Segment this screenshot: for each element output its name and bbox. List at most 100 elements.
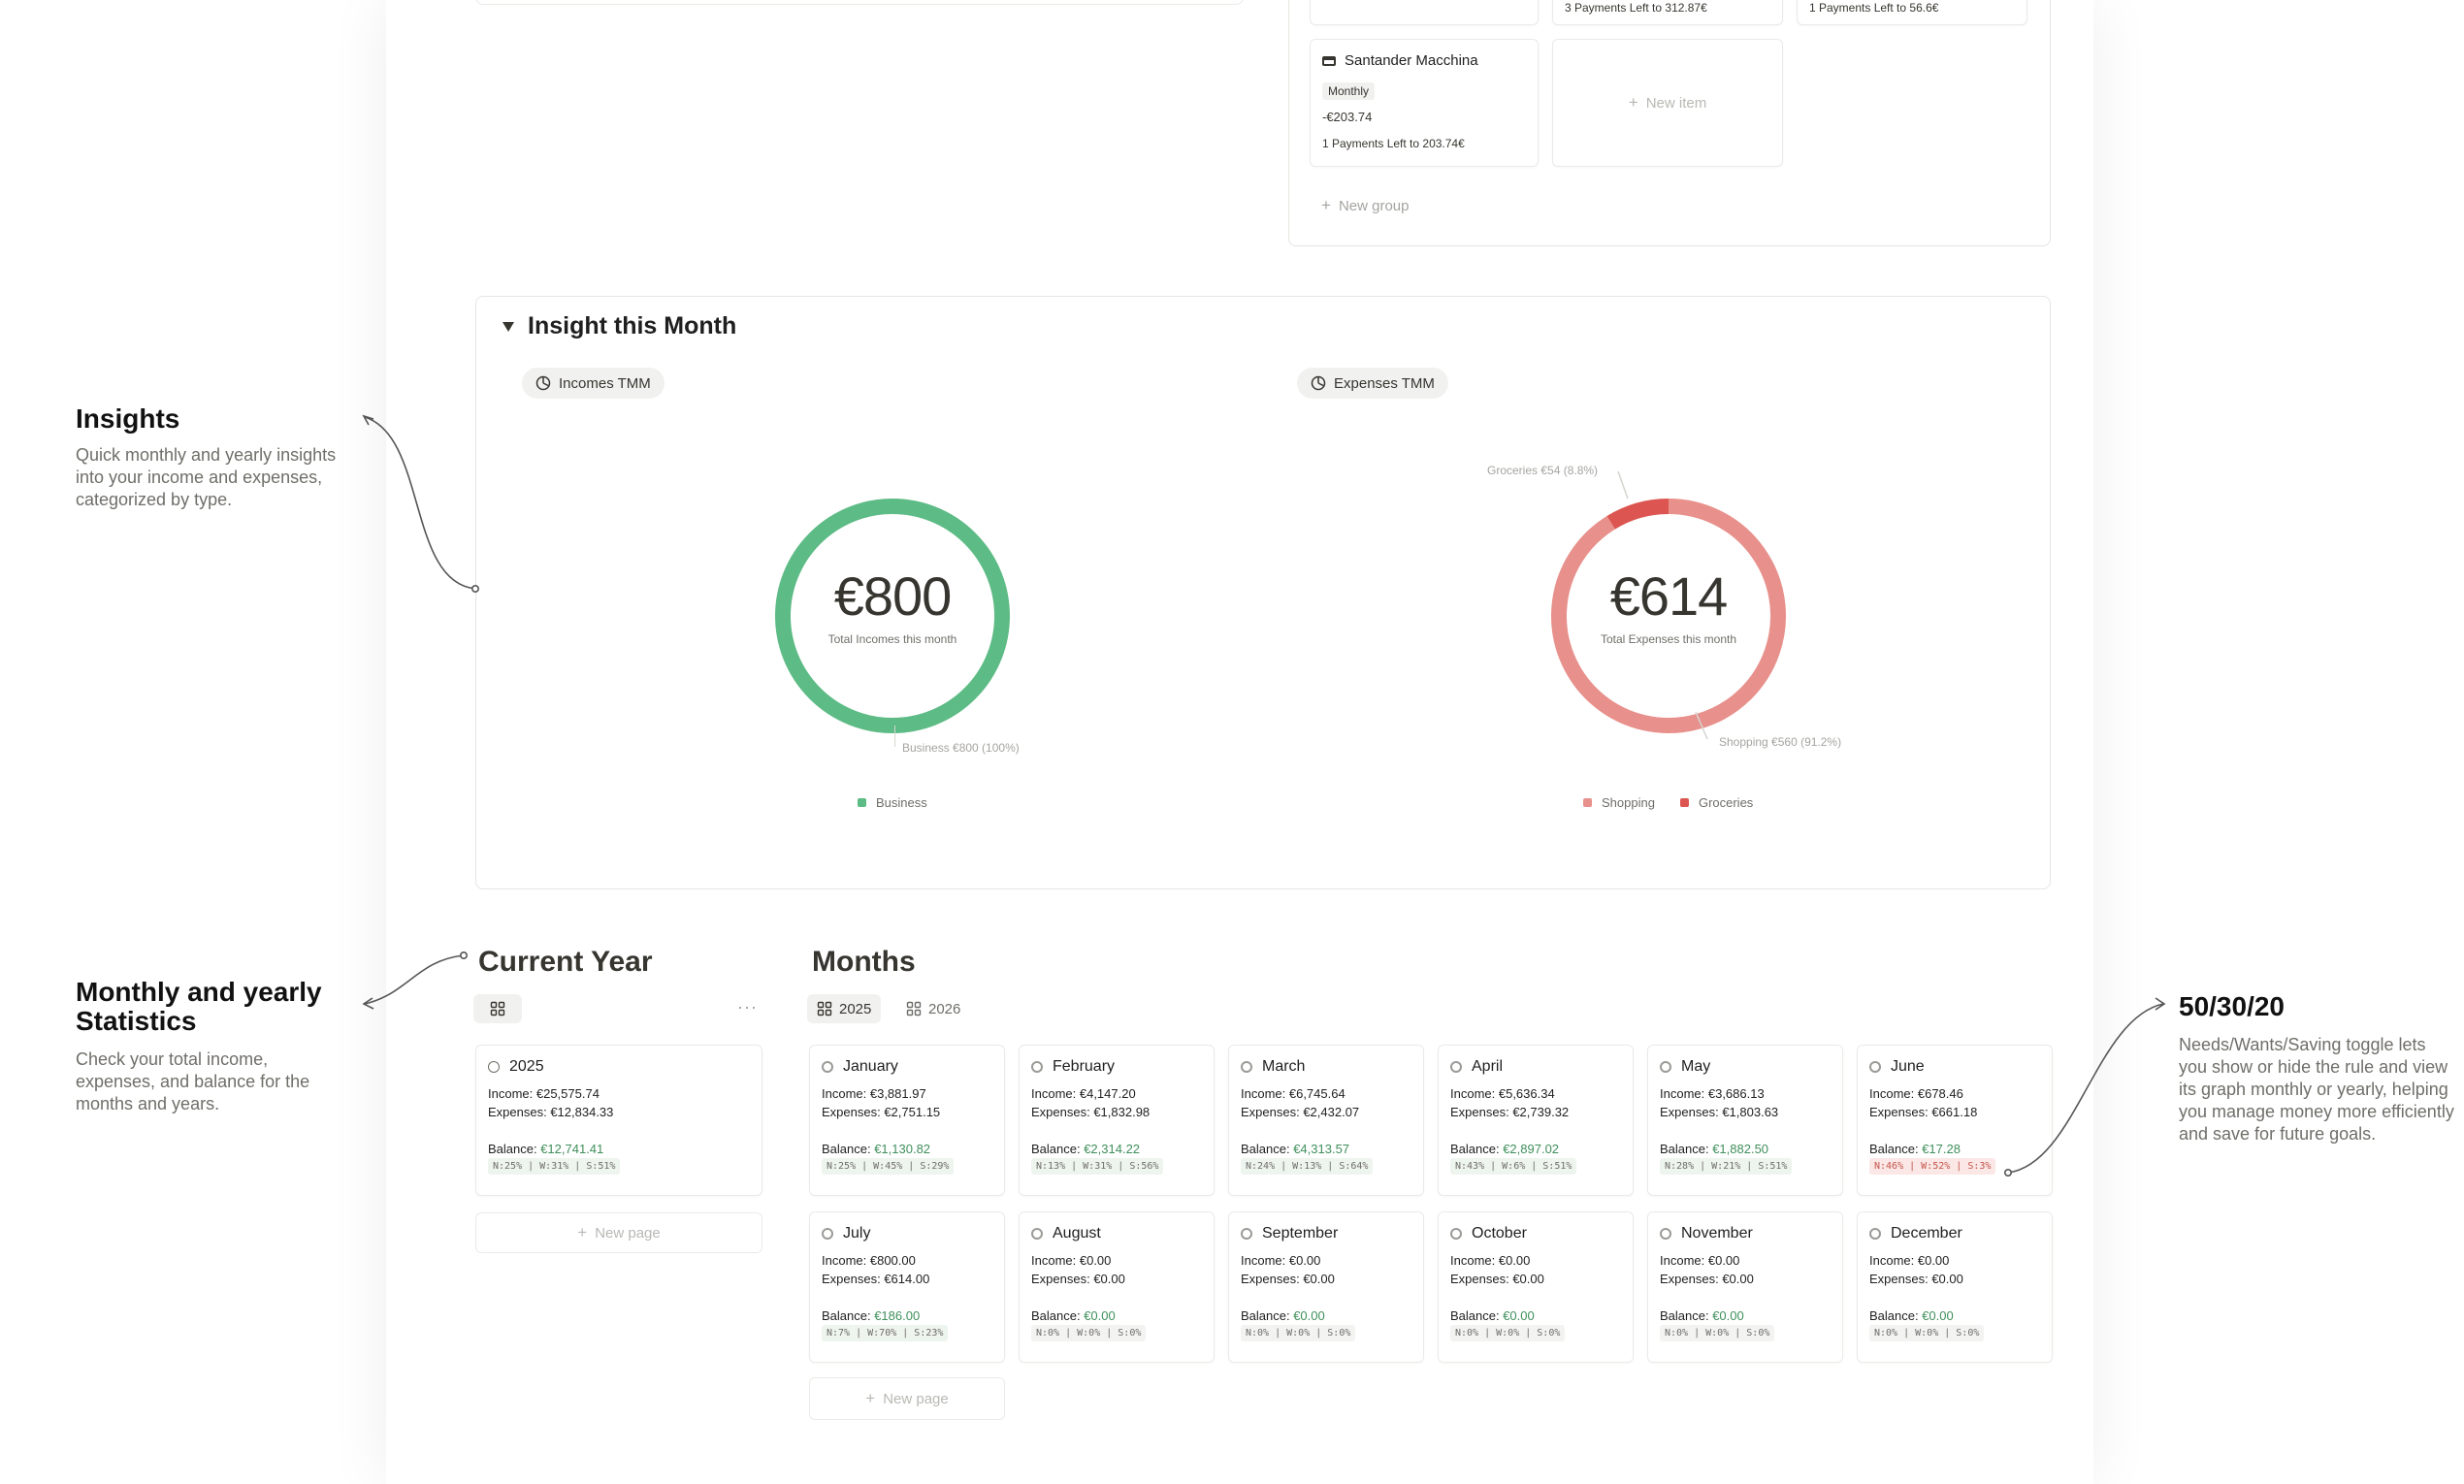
month-income: Income: €5,636.34 xyxy=(1450,1086,1555,1101)
page-circle-icon xyxy=(1660,1061,1671,1073)
current-year-title: Current Year xyxy=(478,946,653,978)
month-card-january[interactable]: January Income: €3,881.97 Expenses: €2,751… xyxy=(809,1045,1005,1196)
month-card-september[interactable]: September Income: €0.00 Expenses: €0.00 Bal… xyxy=(1228,1211,1424,1363)
month-card-may[interactable]: May Income: €3,686.13 Expenses: €1,803.63 B… xyxy=(1647,1045,1843,1196)
month-name: July xyxy=(843,1225,871,1242)
more-options-icon[interactable]: ··· xyxy=(737,997,758,1017)
triangle-down-icon[interactable] xyxy=(503,321,514,332)
nws-pill: N:28% | W:21% | S:51% xyxy=(1660,1158,1793,1175)
balance-label: Balance: xyxy=(1869,1308,1923,1323)
month-card-july[interactable]: July Income: €800.00 Expenses: €614.00 Bala… xyxy=(809,1211,1005,1363)
rule-annotation-title: 50/30/20 xyxy=(2179,991,2285,1021)
month-expenses: Expenses: €0.00 xyxy=(1031,1272,1125,1286)
month-card-april[interactable]: April Income: €5,636.34 Expenses: €2,739.3… xyxy=(1438,1045,1634,1196)
balance-value: €0.00 xyxy=(1084,1308,1116,1323)
month-income: Income: €0.00 xyxy=(1241,1253,1321,1268)
insight-toggle-header[interactable]: Insight this Month xyxy=(503,312,736,340)
month-card-october[interactable]: October Income: €0.00 Expenses: €0.00 Balan… xyxy=(1438,1211,1634,1363)
nws-pill: N:0% | W:0% | S:0% xyxy=(1450,1325,1566,1341)
month-card-august[interactable]: August Income: €0.00 Expenses: €0.00 Balanc… xyxy=(1019,1211,1215,1363)
tab-incomes-tmm[interactable]: Incomes TMM xyxy=(522,368,665,399)
nws-pill: N:0% | W:0% | S:0% xyxy=(1869,1325,1985,1341)
debt-card-santander[interactable]: Santander Macchina Monthly -€203.74 1 Pa… xyxy=(1310,39,1539,167)
page-circle-icon xyxy=(1450,1228,1462,1240)
balance-value: €17.28 xyxy=(1922,1142,1961,1156)
year-balance: Balance: €12,741.41 xyxy=(488,1142,603,1156)
month-balance: Balance: €17.28 xyxy=(1869,1142,1961,1156)
month-income: Income: €6,745.64 xyxy=(1241,1086,1345,1101)
new-item-button[interactable]: + New item xyxy=(1552,39,1783,167)
nws-pill: N:0% | W:0% | S:0% xyxy=(1031,1325,1147,1341)
balance-value: €0.00 xyxy=(1712,1308,1744,1323)
month-name: November xyxy=(1681,1225,1753,1242)
month-card-december[interactable]: December Income: €0.00 Expenses: €0.00 Bala… xyxy=(1857,1211,2053,1363)
balance-label: Balance: xyxy=(1450,1142,1504,1156)
year-expenses: Expenses: €12,834.33 xyxy=(488,1105,614,1119)
month-name: June xyxy=(1891,1058,1925,1075)
year-income: Income: €25,575.74 xyxy=(488,1086,600,1101)
month-income: Income: €4,147.20 xyxy=(1031,1086,1136,1101)
page-circle-icon xyxy=(1031,1228,1043,1240)
gallery-view-tab[interactable] xyxy=(473,994,522,1023)
nws-pill: N:25% | W:45% | S:29% xyxy=(822,1158,955,1175)
tab-2026[interactable]: 2026 xyxy=(896,994,970,1023)
month-name: April xyxy=(1472,1058,1504,1075)
stats-annotation-title: Monthly and yearly Statistics xyxy=(76,977,322,1036)
new-group-label: New group xyxy=(1338,197,1410,214)
gallery-icon xyxy=(817,1001,832,1016)
plus-icon: + xyxy=(865,1389,876,1407)
month-card-november[interactable]: November Income: €0.00 Expenses: €0.00 Bala… xyxy=(1647,1211,1843,1363)
donut-slice-groceries xyxy=(1606,499,1670,530)
debt-card-partial[interactable]: 1 Payments Left to 56.6€ xyxy=(1797,0,2027,25)
month-name: March xyxy=(1262,1058,1306,1075)
tab-expenses-tmm[interactable]: Expenses TMM xyxy=(1297,368,1448,399)
month-expenses: Expenses: €1,803.63 xyxy=(1660,1105,1779,1119)
months-title: Months xyxy=(812,946,916,978)
month-expenses: Expenses: €661.18 xyxy=(1869,1105,1978,1119)
groceries-slice-label: Groceries €54 (8.8%) xyxy=(1487,464,1599,477)
balance-value: €0.00 xyxy=(1922,1308,1954,1323)
month-income: Income: €0.00 xyxy=(1869,1253,1950,1268)
expenses-subtitle: Total Expenses this month xyxy=(1600,632,1737,646)
gallery-icon xyxy=(490,1001,505,1016)
balance-value: €0.00 xyxy=(1293,1308,1325,1323)
pie-chart-icon xyxy=(535,375,551,391)
balance-value: €186.00 xyxy=(874,1308,921,1323)
label-leader-line xyxy=(894,726,895,747)
pie-chart-icon xyxy=(1311,375,1326,391)
balance-label: Balance: xyxy=(1660,1142,1713,1156)
balance-label: Balance: xyxy=(1031,1308,1085,1323)
new-group-button[interactable]: + New group xyxy=(1321,196,1409,215)
month-card-february[interactable]: February Income: €4,147.20 Expenses: €1,83… xyxy=(1019,1045,1215,1196)
balance-label: Balance: xyxy=(822,1142,875,1156)
year-card-name: 2025 xyxy=(509,1058,544,1075)
nws-pill: N:13% | W:31% | S:56% xyxy=(1031,1158,1164,1175)
months-new-page-button[interactable]: + New page xyxy=(809,1377,1005,1420)
nws-pill: N:46% | W:52% | S:3% xyxy=(1869,1158,1996,1175)
year-new-page-button[interactable]: + New page xyxy=(475,1212,762,1253)
month-card-june[interactable]: June Income: €678.46 Expenses: €661.18 Bala… xyxy=(1857,1045,2053,1196)
plus-icon: + xyxy=(1321,196,1331,214)
tab-2025[interactable]: 2025 xyxy=(807,994,882,1023)
month-card-march[interactable]: March Income: €6,745.64 Expenses: €2,432.0… xyxy=(1228,1045,1424,1196)
month-expenses: Expenses: €0.00 xyxy=(1450,1272,1544,1286)
page-circle-icon xyxy=(1450,1061,1462,1073)
balance-label: Balance: xyxy=(1241,1142,1294,1156)
business-slice-label: Business €800 (100%) xyxy=(902,741,1020,755)
month-expenses: Expenses: €0.00 xyxy=(1660,1272,1754,1286)
month-name: August xyxy=(1053,1225,1101,1242)
debt-card-partial[interactable]: 3 Payments Left to 312.87€ xyxy=(1552,0,1783,25)
year-card-2025[interactable]: 2025 Income: €25,575.74 Expenses: €12,83… xyxy=(475,1045,762,1196)
incomes-legend: Business xyxy=(858,795,927,810)
debt-card-partial[interactable] xyxy=(1310,0,1539,25)
nws-pill: N:25% | W:31% | S:51% xyxy=(488,1158,621,1175)
month-balance: Balance: €2,897.02 xyxy=(1450,1142,1559,1156)
month-name: September xyxy=(1262,1225,1339,1242)
month-name: October xyxy=(1472,1225,1527,1242)
balance-value: €2,314.22 xyxy=(1084,1142,1141,1156)
month-name: May xyxy=(1681,1058,1711,1075)
month-balance: Balance: €4,313.57 xyxy=(1241,1142,1349,1156)
month-balance: Balance: €0.00 xyxy=(1031,1308,1116,1323)
page-circle-icon xyxy=(822,1228,833,1240)
balance-value: €12,741.41 xyxy=(540,1142,604,1156)
